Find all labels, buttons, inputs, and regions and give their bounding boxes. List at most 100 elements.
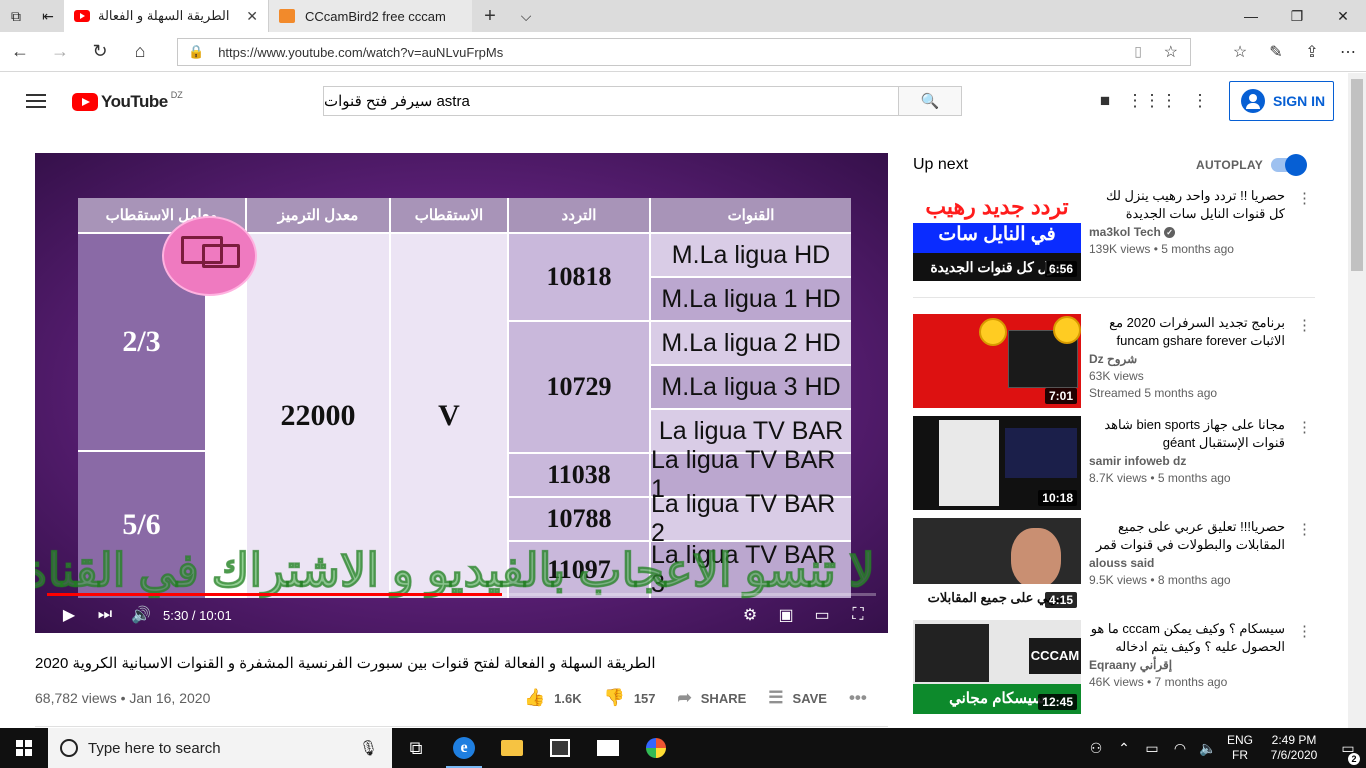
recommendation-item[interactable]: 10:18 مجانا على جهاز bien sports شاهد قن… bbox=[913, 416, 1318, 512]
video-thumbnail[interactable]: عربي على جميع المقابلات 4:15 bbox=[913, 518, 1081, 612]
progress-bar[interactable] bbox=[47, 593, 876, 596]
mail-icon bbox=[597, 740, 619, 756]
search-button[interactable]: 🔍 bbox=[898, 86, 962, 116]
tab-actions-icon[interactable]: ⧉ bbox=[0, 0, 32, 32]
settings-more-icon[interactable]: ⋮ bbox=[1188, 90, 1212, 112]
reading-view-icon[interactable]: ▯ bbox=[1134, 43, 1142, 60]
task-view-button[interactable]: ⧉ bbox=[392, 728, 440, 768]
miniplayer-icon[interactable]: ▣ bbox=[768, 597, 804, 633]
rec-title[interactable]: سيسكام ؟ وكيف يمكن cccam ما هو الحصول عل… bbox=[1089, 620, 1285, 656]
fullscreen-icon[interactable]: ⛶ bbox=[840, 597, 876, 633]
new-tab-icon[interactable]: + bbox=[472, 0, 508, 32]
search-input[interactable]: astra سيرفر فتح قنوات bbox=[323, 86, 899, 116]
share-button[interactable]: ➦ SHARE bbox=[678, 688, 747, 708]
recommendation-item[interactable]: تردد جديد رهيب في النايل سات ينزل كل قنو… bbox=[913, 187, 1318, 283]
more-vert-icon[interactable]: ⋮ bbox=[1297, 189, 1312, 207]
more-vert-icon[interactable]: ⋮ bbox=[1297, 622, 1312, 640]
volume-icon[interactable]: 🔊 bbox=[123, 597, 159, 633]
video-thumbnail[interactable]: تردد جديد رهيب في النايل سات ينزل كل قنو… bbox=[913, 187, 1081, 281]
settings-gear-icon[interactable]: ⚙ bbox=[732, 597, 768, 633]
search-icon: 🔍 bbox=[920, 93, 940, 110]
taskbar-search-box[interactable]: Type here to search 🎙 bbox=[48, 728, 392, 768]
address-bar[interactable]: 🔒 https://www.youtube.com/watch?v=auNLvu… bbox=[177, 38, 1191, 66]
page-scrollbar[interactable] bbox=[1348, 73, 1366, 728]
play-icon[interactable]: ▶ bbox=[51, 597, 87, 633]
rec-channel[interactable]: alouss said bbox=[1089, 556, 1285, 570]
restore-icon[interactable]: ❐ bbox=[1274, 0, 1320, 32]
recommendation-item[interactable]: 7:01 برنامج تجديد السرفرات 2020 مع الاثب… bbox=[913, 314, 1318, 410]
header-channels: القنوات bbox=[651, 198, 851, 232]
close-window-icon[interactable]: ✕ bbox=[1320, 0, 1366, 32]
notification-count: 2 bbox=[1348, 752, 1360, 765]
more-vert-icon[interactable]: ⋮ bbox=[1297, 520, 1312, 538]
volume-tray-icon[interactable]: 🔈 bbox=[1194, 740, 1222, 757]
taskbar-mail[interactable] bbox=[584, 728, 632, 768]
tab-youtube[interactable]: الطريقة السهلة و الفعالة ✕ bbox=[64, 0, 268, 32]
subscribe-watermark: لا تنسو الاعجاب بالفيديو و الاشتراك في ا… bbox=[35, 544, 876, 597]
refresh-icon[interactable]: ↻ bbox=[80, 32, 120, 72]
youtube-logo[interactable]: YouTube DZ bbox=[72, 90, 183, 112]
theater-mode-icon[interactable]: ▭ bbox=[804, 597, 840, 633]
favorites-list-icon[interactable]: ☆ bbox=[1222, 32, 1258, 72]
tab-list-chevron-icon[interactable]: ⌵ bbox=[508, 0, 544, 32]
rec-channel[interactable]: samir infoweb dz bbox=[1089, 454, 1285, 468]
clock[interactable]: 2:49 PM 7/6/2020 bbox=[1258, 733, 1330, 763]
taskbar-edge[interactable]: e bbox=[440, 728, 488, 768]
divider bbox=[35, 726, 888, 727]
microphone-icon[interactable]: 🎙 bbox=[359, 739, 378, 757]
like-button[interactable]: 👍 1.6K bbox=[524, 688, 582, 708]
rec-title[interactable]: حصريا!!! تعليق عربي على جميع المقابلات و… bbox=[1089, 518, 1285, 554]
start-button[interactable] bbox=[0, 728, 48, 768]
taskbar-store[interactable] bbox=[536, 728, 584, 768]
taskbar-paint[interactable] bbox=[632, 728, 680, 768]
rec-title[interactable]: حصريا !! تردد واحد رهيب ينزل لك كل قنوات… bbox=[1089, 187, 1285, 223]
set-tabs-aside-icon[interactable]: ⇤ bbox=[32, 0, 64, 32]
rec-title[interactable]: برنامج تجديد السرفرات 2020 مع الاثبات fu… bbox=[1089, 314, 1285, 350]
video-thumbnail[interactable]: 10:18 bbox=[913, 416, 1081, 510]
dislike-button[interactable]: 👎 157 bbox=[604, 688, 656, 708]
language-indicator[interactable]: ENG FR bbox=[1222, 733, 1258, 763]
share-icon[interactable]: ⇪ bbox=[1294, 32, 1330, 72]
apps-grid-icon[interactable]: ⋮⋮⋮ bbox=[1127, 90, 1178, 112]
tab-cccambird[interactable]: CCcamBird2 free cccam bbox=[268, 0, 472, 32]
people-icon[interactable]: ⚇ bbox=[1082, 740, 1110, 757]
minimize-icon[interactable]: — bbox=[1228, 0, 1274, 32]
sign-in-button[interactable]: SIGN IN bbox=[1229, 81, 1334, 121]
create-video-icon[interactable]: ■ bbox=[1093, 90, 1117, 112]
more-vert-icon[interactable]: ⋮ bbox=[1297, 316, 1312, 334]
taskbar-file-explorer[interactable] bbox=[488, 728, 536, 768]
rec-title[interactable]: مجانا على جهاز bien sports شاهد قنوات ال… bbox=[1089, 416, 1285, 452]
duration-badge: 7:01 bbox=[1044, 388, 1077, 404]
close-tab-icon[interactable]: ✕ bbox=[246, 8, 258, 25]
action-center-icon[interactable]: ▭ 2 bbox=[1330, 740, 1366, 765]
video-thumbnail[interactable]: 7:01 bbox=[913, 314, 1081, 408]
pen-icon[interactable]: ✎ bbox=[1258, 32, 1294, 72]
clock-time: 2:49 PM bbox=[1271, 733, 1317, 747]
next-icon[interactable]: ⏭ bbox=[87, 597, 123, 633]
recommendation-item[interactable]: CCCAM سيسكام مجاني 12:45 سيسكام ؟ وكيف ي… bbox=[913, 620, 1318, 716]
scrollbar-thumb[interactable] bbox=[1351, 79, 1363, 271]
video-thumbnail[interactable]: CCCAM سيسكام مجاني 12:45 bbox=[913, 620, 1081, 714]
more-vert-icon[interactable]: ⋮ bbox=[1297, 418, 1312, 436]
youtube-header: YouTube DZ astra سيرفر فتح قنوات 🔍 ■ ⋮⋮⋮… bbox=[0, 73, 1348, 129]
time-display: 5:30 / 10:01 bbox=[163, 607, 232, 623]
home-icon[interactable]: ⌂ bbox=[120, 32, 160, 72]
rec-channel[interactable]: شروح Dz bbox=[1089, 352, 1285, 366]
save-button[interactable]: ☰ SAVE bbox=[768, 688, 827, 708]
video-player[interactable]: القنوات التردد الاستقطاب معدل الترميز مع… bbox=[35, 153, 888, 633]
battery-icon[interactable]: ▭ bbox=[1138, 740, 1166, 757]
menu-icon[interactable] bbox=[26, 94, 46, 108]
autoplay-toggle[interactable] bbox=[1271, 154, 1307, 176]
recommendation-item[interactable]: عربي على جميع المقابلات 4:15 حصريا!!! تع… bbox=[913, 518, 1318, 614]
more-actions-button[interactable]: ••• bbox=[849, 688, 876, 708]
forward-icon[interactable]: → bbox=[40, 32, 80, 72]
favorite-star-icon[interactable]: ☆ bbox=[1164, 42, 1178, 62]
sign-in-label: SIGN IN bbox=[1273, 93, 1326, 109]
more-icon[interactable]: ⋯ bbox=[1330, 32, 1366, 72]
autoplay-label: AUTOPLAY bbox=[1196, 158, 1264, 172]
network-icon[interactable]: ◠ bbox=[1166, 740, 1194, 757]
rec-channel[interactable]: Eqraany إقرأني bbox=[1089, 658, 1285, 672]
back-icon[interactable]: ← bbox=[0, 32, 40, 72]
show-hidden-icons-chevron-icon[interactable]: ⌃ bbox=[1110, 740, 1138, 757]
rec-channel[interactable]: ma3kol Tech ✓ bbox=[1089, 225, 1285, 239]
